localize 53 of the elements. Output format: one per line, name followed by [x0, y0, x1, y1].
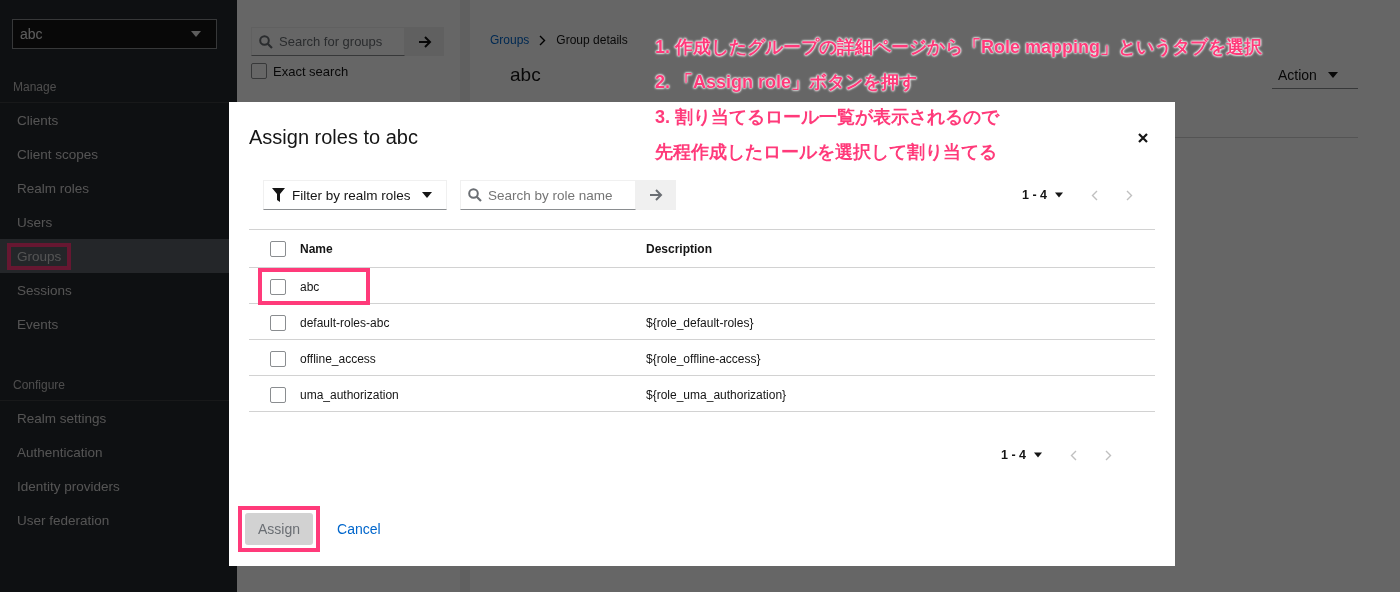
table-cell: default-roles-abc	[300, 315, 390, 330]
column-header: Description	[646, 241, 713, 256]
page-title: abc	[510, 64, 541, 86]
caret-icon	[1055, 192, 1063, 198]
role-search-field[interactable]: Search by role name	[460, 180, 636, 210]
table-cell-text: ${role_uma_authorization}	[646, 387, 788, 402]
close-icon	[1138, 132, 1148, 143]
filter-icon	[272, 188, 285, 202]
group-search-field[interactable]: Search for groups	[251, 27, 405, 56]
breadcrumb-link[interactable]: Groups	[490, 33, 530, 47]
search-submit-button[interactable]	[636, 180, 676, 210]
table-cell: uma_authorization	[300, 387, 399, 402]
checkbox-label: Exact search	[273, 63, 349, 79]
search-submit-button[interactable]	[405, 27, 444, 56]
pagination-toggle[interactable]: 1 - 4	[1022, 188, 1063, 202]
table-cell-text: ${role_default-roles}	[646, 315, 755, 330]
dialog-title: Assign roles to abc	[249, 125, 418, 149]
next-page-button[interactable]	[1126, 189, 1133, 201]
pagination-toggle[interactable]: 1 - 4	[1001, 448, 1042, 462]
caret-icon	[422, 192, 432, 198]
table-cell: offline_access	[300, 351, 376, 366]
caret-icon	[1328, 71, 1338, 78]
arrow-right-icon	[417, 35, 432, 48]
caret-icon	[1034, 452, 1042, 458]
chevron-right-icon	[539, 34, 547, 46]
select-all-checkbox[interactable]	[270, 240, 286, 257]
annotation-text: 先程作成したロールを選択して割り当てる	[655, 141, 998, 164]
filter-dropdown[interactable]: Filter by realm roles	[263, 180, 447, 210]
previous-page-button[interactable]	[1091, 189, 1098, 201]
row-checkbox[interactable]	[270, 350, 286, 367]
row-checkbox[interactable]	[270, 386, 286, 403]
breadcrumb-current: Group details	[556, 33, 628, 47]
table-cell: abc	[300, 279, 320, 294]
chevron-left-icon	[1070, 449, 1077, 461]
row-checkbox[interactable]	[270, 314, 286, 331]
search-icon	[468, 188, 482, 202]
table-cell-text: ${role_offline-access}	[646, 351, 762, 366]
arrow-right-icon	[649, 189, 663, 201]
column-header: Name	[300, 241, 333, 256]
annotation-text: 3. 割り当てるロール一覧が表示されるので	[655, 106, 1001, 129]
checkbox[interactable]	[251, 63, 267, 79]
annotation-text: 1. 作成したグループの詳細ページから「Role mapping」というタブを選択	[655, 36, 1263, 59]
chevron-left-icon	[1091, 189, 1098, 201]
caret-icon	[191, 31, 201, 37]
next-page-button[interactable]	[1105, 449, 1112, 461]
chevron-right-icon	[1105, 449, 1112, 461]
row-checkbox[interactable]	[270, 278, 286, 295]
realm-select[interactable]: abc	[12, 19, 217, 49]
search-icon	[259, 34, 273, 49]
chevron-right-icon	[1126, 189, 1133, 201]
cancel-link[interactable]: Cancel	[337, 521, 381, 537]
previous-page-button[interactable]	[1070, 449, 1077, 461]
annotation-text: 2. 「Assign role」ボタンを押す	[655, 71, 919, 94]
